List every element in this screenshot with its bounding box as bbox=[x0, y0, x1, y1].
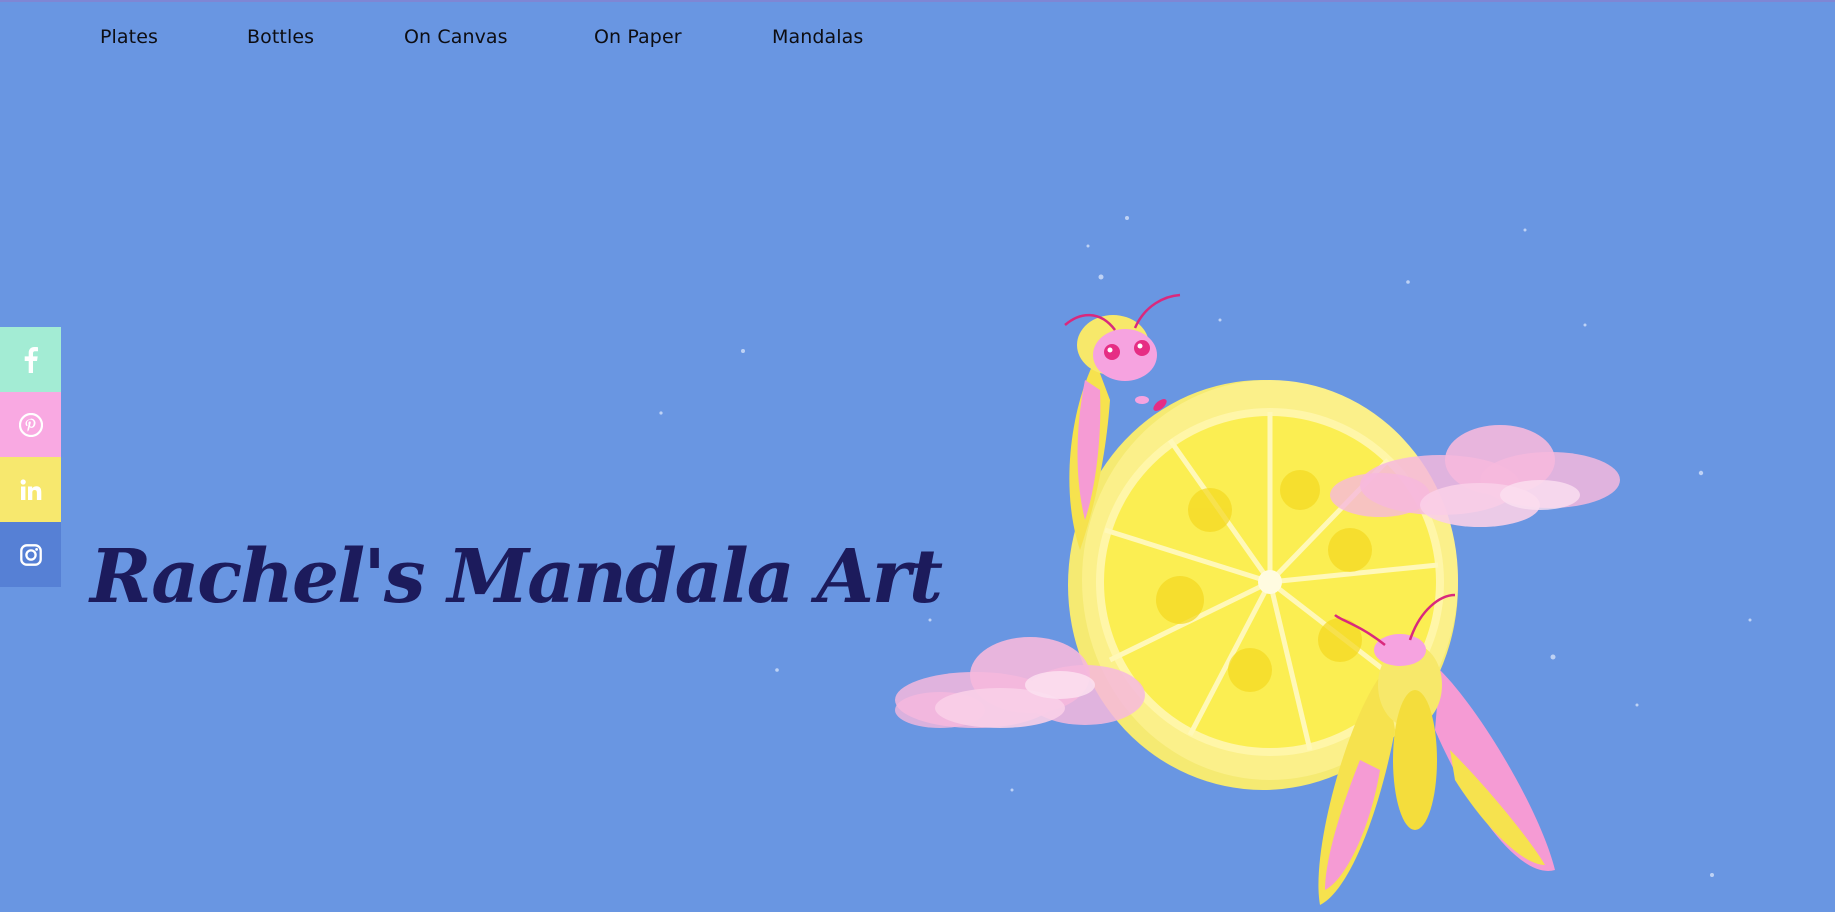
social-bar bbox=[0, 327, 61, 587]
facebook-button[interactable] bbox=[0, 327, 61, 392]
nav-item-on-paper[interactable]: On Paper bbox=[594, 26, 682, 48]
linkedin-button[interactable] bbox=[0, 457, 61, 522]
nav-item-mandalas[interactable]: Mandalas bbox=[772, 26, 863, 48]
nav-item-plates[interactable]: Plates bbox=[100, 26, 158, 48]
pinterest-button[interactable] bbox=[0, 392, 61, 457]
main-nav: Plates Bottles On Canvas On Paper Mandal… bbox=[0, 0, 1835, 76]
instagram-button[interactable] bbox=[0, 522, 61, 587]
page-title: Rachel's Mandala Art bbox=[90, 533, 943, 620]
hero-illustration bbox=[895, 293, 1620, 905]
instagram-icon bbox=[19, 543, 42, 566]
nav-item-on-canvas[interactable]: On Canvas bbox=[404, 26, 508, 48]
linkedin-icon bbox=[20, 478, 42, 501]
pinterest-icon bbox=[18, 412, 43, 437]
nav-item-bottles[interactable]: Bottles bbox=[247, 26, 314, 48]
facebook-icon bbox=[24, 346, 38, 373]
